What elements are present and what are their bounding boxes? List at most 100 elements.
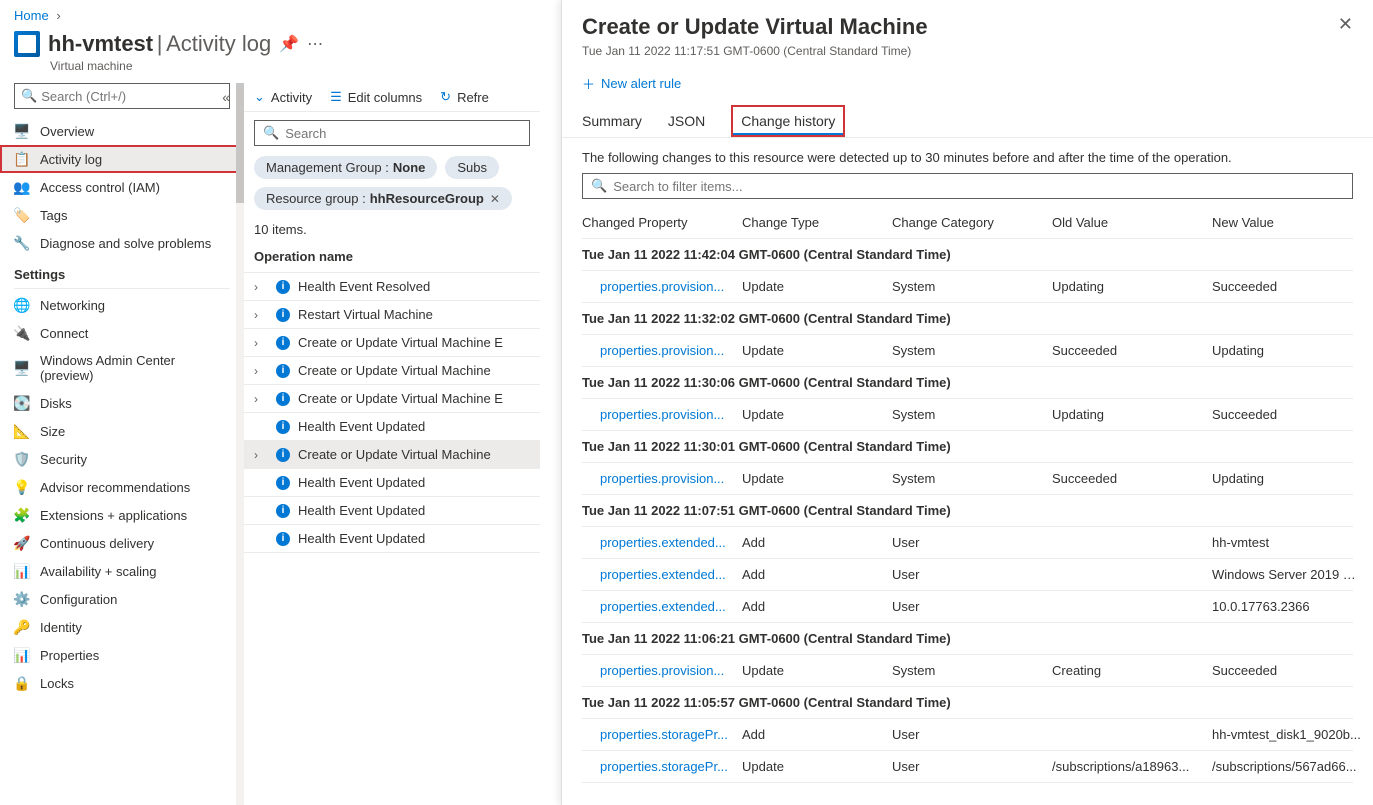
refresh-button[interactable]: ↻Refre bbox=[440, 89, 489, 105]
operation-name: Restart Virtual Machine bbox=[298, 307, 433, 322]
chevron-right-icon[interactable]: › bbox=[254, 448, 268, 462]
col-change-category[interactable]: Change Category bbox=[892, 215, 1042, 230]
details-panel: Create or Update Virtual Machine ✕ Tue J… bbox=[561, 0, 1373, 805]
chevron-right-icon[interactable]: › bbox=[254, 280, 268, 294]
sidebar-item-extensions-applications[interactable]: 🧩Extensions + applications bbox=[0, 501, 244, 529]
table-row: properties.extended...AddUserhh-vmtest bbox=[582, 527, 1353, 559]
sidebar-item-tags[interactable]: 🏷️Tags bbox=[0, 201, 244, 229]
filter-items-input[interactable] bbox=[613, 179, 1344, 194]
table-row: properties.provision...UpdateSystemSucce… bbox=[582, 463, 1353, 495]
info-icon: i bbox=[276, 448, 290, 462]
sidebar-search-input[interactable] bbox=[41, 89, 223, 104]
sidebar-item-locks[interactable]: 🔒Locks bbox=[0, 669, 244, 697]
remove-filter-icon[interactable]: ✕ bbox=[490, 192, 500, 206]
search-icon: 🔍 bbox=[21, 88, 37, 104]
scrollbar[interactable] bbox=[236, 83, 244, 805]
changed-property-link[interactable]: properties.extended... bbox=[582, 535, 732, 550]
pin-icon[interactable]: 📌 bbox=[279, 34, 299, 54]
new-value: Updating bbox=[1212, 343, 1362, 358]
sidebar-item-security[interactable]: 🛡️Security bbox=[0, 445, 244, 473]
changed-property-link[interactable]: properties.extended... bbox=[582, 567, 732, 582]
operation-row[interactable]: ›iCreate or Update Virtual Machine bbox=[244, 357, 540, 385]
chevron-right-icon[interactable]: › bbox=[254, 392, 268, 406]
new-value: Succeeded bbox=[1212, 279, 1362, 294]
change-type: Update bbox=[742, 279, 882, 294]
sidebar-item-size[interactable]: 📐Size bbox=[0, 417, 244, 445]
sidebar-item-diagnose-and-solve-problems[interactable]: 🔧Diagnose and solve problems bbox=[0, 229, 244, 257]
tab-json[interactable]: JSON bbox=[668, 105, 705, 137]
sidebar-item-overview[interactable]: 🖥️Overview bbox=[0, 117, 244, 145]
change-category: User bbox=[892, 567, 1042, 582]
table-row: properties.provision...UpdateSystemUpdat… bbox=[582, 271, 1353, 303]
col-old-value[interactable]: Old Value bbox=[1052, 215, 1202, 230]
changed-property-link[interactable]: properties.provision... bbox=[582, 407, 732, 422]
collapse-sidebar-icon[interactable]: « bbox=[222, 89, 230, 105]
operation-row[interactable]: ›iHealth Event Resolved bbox=[244, 273, 540, 301]
changed-property-link[interactable]: properties.storagePr... bbox=[582, 759, 732, 774]
new-alert-rule-button[interactable]: ＋ New alert rule bbox=[562, 70, 1373, 105]
nav-icon: 🚀 bbox=[14, 535, 30, 551]
tab-summary[interactable]: Summary bbox=[582, 105, 642, 137]
nav-icon: 🌐 bbox=[14, 297, 30, 313]
chevron-right-icon[interactable]: › bbox=[254, 336, 268, 350]
operation-name: Create or Update Virtual Machine E bbox=[298, 335, 503, 350]
operation-row[interactable]: ›iRestart Virtual Machine bbox=[244, 301, 540, 329]
nav-icon: 🔌 bbox=[14, 325, 30, 341]
sidebar-item-windows-admin-center-preview-[interactable]: 🖥️Windows Admin Center (preview) bbox=[0, 347, 244, 389]
changed-property-link[interactable]: properties.provision... bbox=[582, 279, 732, 294]
more-icon[interactable]: ⋯ bbox=[307, 34, 323, 54]
edit-columns-button[interactable]: ☰Edit columns bbox=[330, 89, 422, 105]
sidebar-item-properties[interactable]: 📊Properties bbox=[0, 641, 244, 669]
changed-property-link[interactable]: properties.provision... bbox=[582, 471, 732, 486]
sidebar-item-connect[interactable]: 🔌Connect bbox=[0, 319, 244, 347]
filter-items[interactable]: 🔍 bbox=[582, 173, 1353, 199]
activity-dropdown[interactable]: ⌄Activity bbox=[254, 89, 312, 105]
change-type: Add bbox=[742, 727, 882, 742]
operation-row[interactable]: iHealth Event Updated bbox=[244, 525, 540, 553]
filter-pill[interactable]: Subs bbox=[445, 156, 499, 179]
operation-name: Create or Update Virtual Machine bbox=[298, 363, 491, 378]
nav-icon: ⚙️ bbox=[14, 591, 30, 607]
col-change-type[interactable]: Change Type bbox=[742, 215, 882, 230]
sidebar-search[interactable]: 🔍 bbox=[14, 83, 230, 109]
col-new-value[interactable]: New Value bbox=[1212, 215, 1362, 230]
changed-property-link[interactable]: properties.provision... bbox=[582, 663, 732, 678]
sidebar-item-advisor-recommendations[interactable]: 💡Advisor recommendations bbox=[0, 473, 244, 501]
activity-search[interactable]: 🔍 bbox=[254, 120, 530, 146]
settings-section-label: Settings bbox=[0, 257, 244, 286]
col-changed-property[interactable]: Changed Property bbox=[582, 215, 732, 230]
chevron-right-icon[interactable]: › bbox=[254, 364, 268, 378]
breadcrumb-home[interactable]: Home bbox=[14, 8, 49, 23]
sidebar-item-identity[interactable]: 🔑Identity bbox=[0, 613, 244, 641]
nav-icon: 💽 bbox=[14, 395, 30, 411]
table-row: properties.provision...UpdateSystemSucce… bbox=[582, 335, 1353, 367]
close-icon[interactable]: ✕ bbox=[1338, 14, 1353, 35]
operation-row[interactable]: iHealth Event Updated bbox=[244, 413, 540, 441]
operation-row[interactable]: ›iCreate or Update Virtual Machine bbox=[244, 441, 540, 469]
sidebar-item-activity-log[interactable]: 📋Activity log bbox=[0, 145, 244, 173]
operation-row[interactable]: ›iCreate or Update Virtual Machine E bbox=[244, 385, 540, 413]
chevron-right-icon[interactable]: › bbox=[254, 308, 268, 322]
info-icon: i bbox=[276, 504, 290, 518]
activity-search-input[interactable] bbox=[285, 126, 521, 141]
sidebar-item-availability-scaling[interactable]: 📊Availability + scaling bbox=[0, 557, 244, 585]
operation-row[interactable]: iHealth Event Updated bbox=[244, 497, 540, 525]
changed-property-link[interactable]: properties.storagePr... bbox=[582, 727, 732, 742]
sidebar-item-networking[interactable]: 🌐Networking bbox=[0, 291, 244, 319]
nav-icon: 👥 bbox=[14, 179, 30, 195]
sidebar-item-configuration[interactable]: ⚙️Configuration bbox=[0, 585, 244, 613]
changed-property-link[interactable]: properties.provision... bbox=[582, 343, 732, 358]
filter-pill[interactable]: Management Group : None bbox=[254, 156, 437, 179]
sidebar-item-access-control-iam-[interactable]: 👥Access control (IAM) bbox=[0, 173, 244, 201]
filter-pill[interactable]: Resource group : hhResourceGroup✕ bbox=[254, 187, 512, 210]
change-type: Add bbox=[742, 599, 882, 614]
changed-property-link[interactable]: properties.extended... bbox=[582, 599, 732, 614]
sidebar-item-continuous-delivery[interactable]: 🚀Continuous delivery bbox=[0, 529, 244, 557]
operation-row[interactable]: iHealth Event Updated bbox=[244, 469, 540, 497]
operation-row[interactable]: ›iCreate or Update Virtual Machine E bbox=[244, 329, 540, 357]
operation-name: Health Event Updated bbox=[298, 419, 425, 434]
tab-change-history[interactable]: Change history bbox=[731, 105, 845, 137]
new-value: Succeeded bbox=[1212, 407, 1362, 422]
operation-name-header[interactable]: Operation name bbox=[244, 241, 540, 273]
sidebar-item-disks[interactable]: 💽Disks bbox=[0, 389, 244, 417]
